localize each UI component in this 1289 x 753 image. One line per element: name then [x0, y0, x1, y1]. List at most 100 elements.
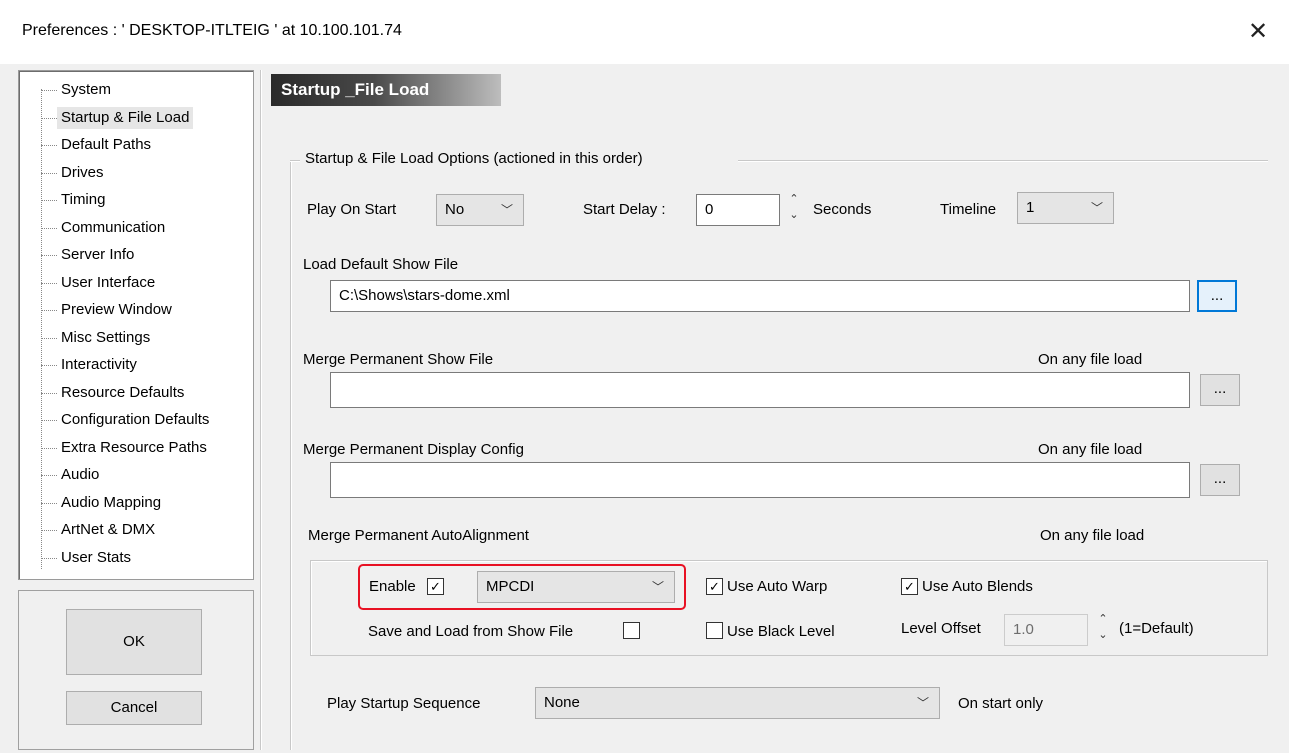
- load-default-label: Load Default Show File: [303, 256, 459, 273]
- enable-checkbox[interactable]: ✓: [427, 578, 444, 595]
- window-title: Preferences : ' DESKTOP-ITLTEIG ' at 10.…: [22, 22, 402, 39]
- tree-connector-tick: [41, 502, 57, 504]
- tree-connector-tick: [41, 420, 57, 421]
- alignment-format-value: MPCDI: [486, 578, 535, 595]
- tree-connector-tick: [41, 557, 57, 559]
- tree-item[interactable]: Communication: [61, 217, 165, 239]
- tree-item[interactable]: Resource Defaults: [61, 382, 184, 404]
- use-black-level-label: Use Black Level: [727, 623, 835, 640]
- tree-connector-tick: [41, 90, 57, 91]
- use-auto-warp-label: Use Auto Warp: [727, 578, 828, 595]
- spin-up-icon[interactable]: ⌃: [787, 194, 801, 205]
- ok-button[interactable]: OK: [66, 609, 202, 675]
- title-bar: Preferences : ' DESKTOP-ITLTEIG ' at 10.…: [0, 0, 1289, 64]
- merge-display-label: Merge Permanent Display Config: [303, 441, 524, 458]
- merge-show-note: On any file load: [1038, 351, 1143, 368]
- tree-connector-tick: [41, 392, 57, 394]
- level-offset-label: Level Offset: [901, 620, 981, 637]
- tree-connector-tick: [41, 310, 57, 311]
- tree-connector-tick: [41, 365, 57, 366]
- tree-connector: [41, 89, 43, 569]
- chevron-down-icon: ﹀: [500, 203, 513, 217]
- tree-item[interactable]: System: [61, 79, 111, 101]
- timeline-value: 1: [1026, 199, 1035, 216]
- options-group-title: Startup & File Load Options (actioned in…: [305, 150, 643, 167]
- startup-sequence-select[interactable]: None ﹀: [535, 687, 940, 719]
- group-top-tick: [290, 160, 300, 162]
- startup-sequence-value: None: [544, 694, 580, 711]
- load-default-input[interactable]: C:\Shows\stars-dome.xml: [330, 280, 1190, 312]
- merge-display-note: On any file load: [1038, 441, 1143, 458]
- tree-connector-tick: [41, 117, 57, 119]
- tree-item[interactable]: Drives: [61, 162, 104, 184]
- alignment-format-select[interactable]: MPCDI ﹀: [477, 571, 675, 603]
- level-offset-note: (1=Default): [1119, 620, 1194, 637]
- tree-connector-tick: [41, 282, 57, 284]
- tree-item[interactable]: User Interface: [61, 272, 155, 294]
- start-delay-label: Start Delay :: [583, 201, 666, 218]
- tree-item[interactable]: Interactivity: [61, 354, 137, 376]
- panel-separator: [260, 70, 262, 750]
- chevron-down-icon: ﹀: [651, 580, 664, 594]
- tree-item[interactable]: ArtNet & DMX: [61, 519, 155, 541]
- group-left-border: [290, 160, 292, 750]
- merge-display-input[interactable]: [330, 462, 1190, 498]
- play-on-start-select[interactable]: No ﹀: [436, 194, 524, 226]
- tree-connector-tick: [41, 475, 57, 476]
- enable-label: Enable: [369, 578, 416, 595]
- tree-item[interactable]: User Stats: [61, 547, 131, 569]
- tree-item[interactable]: Preview Window: [61, 299, 172, 321]
- tree-item[interactable]: Misc Settings: [61, 327, 150, 349]
- merge-show-input[interactable]: [330, 372, 1190, 408]
- tree-connector-tick: [41, 447, 57, 449]
- chevron-down-icon: ﹀: [1090, 201, 1103, 215]
- tree-item[interactable]: Default Paths: [61, 134, 151, 156]
- page-header: Startup _File Load: [271, 74, 501, 106]
- level-offset-input[interactable]: 1.0: [1004, 614, 1088, 646]
- group-divider: [738, 160, 1268, 162]
- startup-sequence-label: Play Startup Sequence: [327, 695, 481, 712]
- merge-auto-note: On any file load: [1040, 527, 1145, 544]
- use-black-level-checkbox[interactable]: [706, 622, 723, 639]
- tree-connector-tick: [41, 337, 57, 339]
- startup-sequence-note: On start only: [958, 695, 1044, 712]
- use-auto-blends-checkbox[interactable]: ✓: [901, 578, 918, 595]
- save-load-label: Save and Load from Show File: [368, 623, 574, 640]
- tree-connector-tick: [41, 172, 57, 174]
- tree-connector-tick: [41, 200, 57, 201]
- timeline-label: Timeline: [940, 201, 997, 218]
- tree-item[interactable]: Audio: [61, 464, 99, 486]
- merge-show-browse-button[interactable]: ...: [1200, 374, 1240, 406]
- close-icon[interactable]: ✕: [1240, 14, 1276, 50]
- start-delay-input[interactable]: 0: [696, 194, 780, 226]
- chevron-down-icon: ﹀: [916, 696, 929, 710]
- use-auto-blends-label: Use Auto Blends: [922, 578, 1033, 595]
- play-on-start-value: No: [445, 201, 465, 218]
- category-tree[interactable]: System Startup & File Load Default Paths Dr…: [18, 70, 254, 580]
- tree-connector-tick: [41, 255, 57, 256]
- start-delay-unit: Seconds: [813, 201, 872, 218]
- tree-connector-tick: [41, 530, 57, 531]
- play-on-start-label: Play On Start: [307, 201, 397, 218]
- tree-item[interactable]: Startup & File Load: [57, 106, 194, 129]
- dialog-client: System Startup & File Load Default Paths Dr…: [0, 64, 1289, 753]
- use-auto-warp-checkbox[interactable]: ✓: [706, 578, 723, 595]
- merge-display-browse-button[interactable]: ...: [1200, 464, 1240, 496]
- merge-auto-label: Merge Permanent AutoAlignment: [308, 527, 529, 544]
- merge-show-label: Merge Permanent Show File: [303, 351, 494, 368]
- save-load-checkbox[interactable]: [623, 622, 640, 639]
- tree-item[interactable]: Server Info: [61, 244, 134, 266]
- tree-item[interactable]: Timing: [61, 189, 105, 211]
- timeline-select[interactable]: 1 ﹀: [1017, 192, 1114, 224]
- tree-connector-tick: [41, 145, 57, 146]
- button-panel: OK Cancel: [18, 590, 254, 750]
- tree-item[interactable]: Audio Mapping: [61, 492, 161, 514]
- cancel-button[interactable]: Cancel: [66, 691, 202, 725]
- spin-up-icon[interactable]: ⌃: [1096, 614, 1110, 625]
- spin-down-icon[interactable]: ⌄: [1096, 630, 1110, 641]
- tree-item[interactable]: Configuration Defaults: [61, 409, 209, 431]
- load-default-browse-button[interactable]: ...: [1197, 280, 1237, 312]
- tree-item[interactable]: Extra Resource Paths: [61, 437, 207, 459]
- spin-down-icon[interactable]: ⌄: [787, 210, 801, 221]
- tree-connector-tick: [41, 227, 57, 229]
